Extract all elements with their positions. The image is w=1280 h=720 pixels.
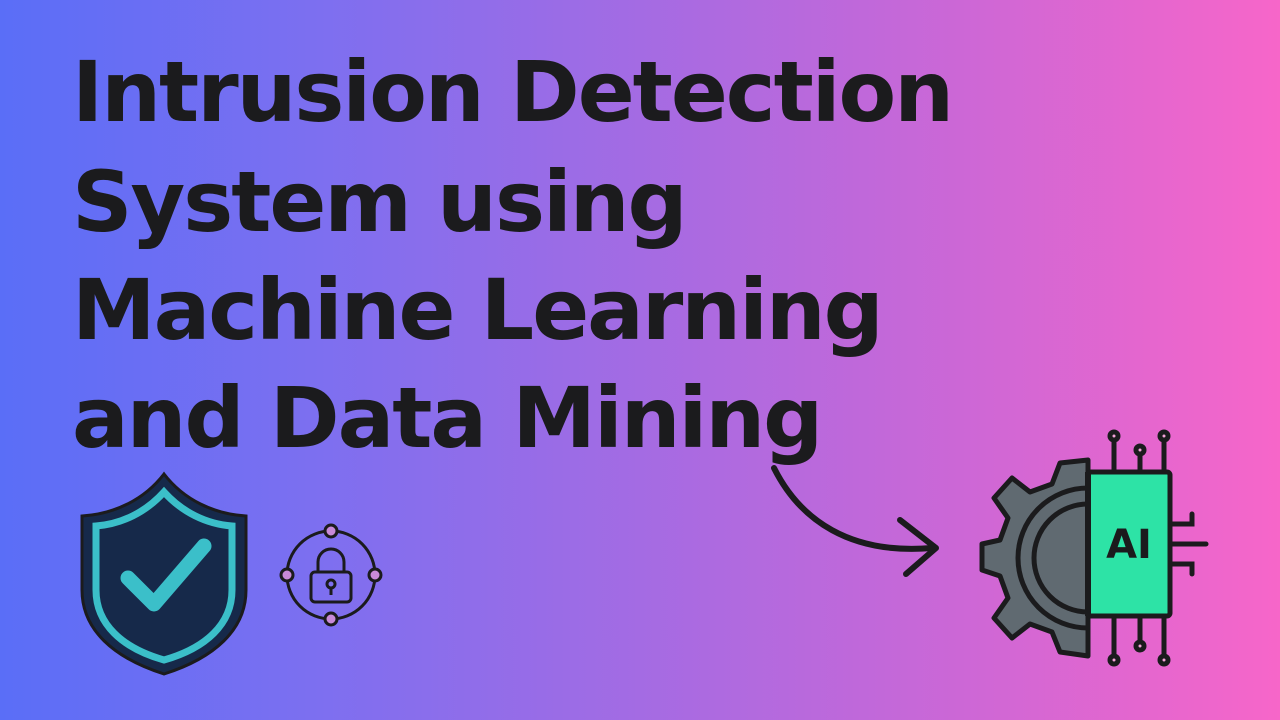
curved-arrow-icon [771,465,939,577]
chip-label: AI [1106,522,1152,568]
title-line-2: System using [72,153,688,251]
thumbnail-canvas: Intrusion Detection System using Machine… [0,0,1280,720]
title-line-3: Machine Learning [72,261,884,359]
shield-check-icon [80,471,248,676]
title-line-4: and Data Mining [72,369,823,467]
title-line-1: Intrusion Detection [72,43,954,141]
ai-gear-chip-icon: AI [979,429,1209,667]
network-lock-icon [279,523,383,627]
